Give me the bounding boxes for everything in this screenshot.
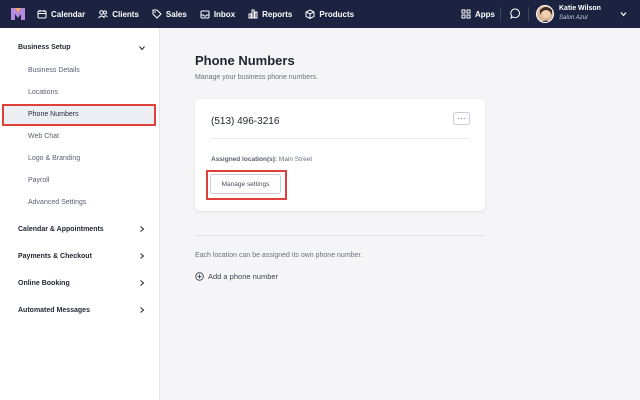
settings-sidebar: Business Setup Business Details Location…: [0, 28, 160, 400]
more-options-button[interactable]: ···: [453, 112, 470, 125]
apps-button[interactable]: Apps: [461, 0, 495, 28]
calendar-icon: [37, 10, 47, 19]
manage-settings-annotation-box: [206, 170, 287, 200]
plus-circle-icon: [195, 272, 204, 281]
user-business: Salon Azul: [559, 15, 588, 21]
grid-icon: [461, 9, 471, 19]
chevron-down-icon[interactable]: [620, 11, 627, 17]
nav-inbox-label: Inbox: [213, 9, 236, 19]
apps-label: Apps: [475, 9, 495, 19]
nav-clients-label: Clients: [112, 9, 139, 19]
sidebar-section-calendar-appointments[interactable]: Calendar & Appointments: [18, 226, 104, 233]
sidebar-section-business-setup[interactable]: Business Setup: [18, 44, 71, 51]
section-divider: [195, 235, 485, 236]
chevron-right-icon[interactable]: [139, 253, 145, 259]
top-nav: Calendar Clients Sales Inbox Reports Pro…: [0, 0, 640, 28]
chevron-down-icon[interactable]: [139, 45, 145, 51]
nav-inbox[interactable]: Inbox: [200, 9, 235, 19]
nav-sales[interactable]: Sales: [152, 9, 187, 19]
add-phone-number-button[interactable]: Add a phone number: [195, 272, 278, 281]
clients-icon: [98, 10, 109, 19]
bar-chart-icon: [248, 9, 258, 19]
chevron-right-icon[interactable]: [139, 280, 145, 286]
page-subtitle: Manage your business phone numbers.: [195, 74, 318, 81]
sidebar-item-locations[interactable]: Locations: [28, 89, 58, 96]
nav-reports-label: Reports: [262, 9, 293, 19]
sidebar-item-web-chat[interactable]: Web Chat: [28, 133, 59, 140]
chevron-right-icon[interactable]: [139, 226, 145, 232]
nav-reports[interactable]: Reports: [248, 9, 292, 19]
sidebar-item-payroll[interactable]: Payroll: [28, 177, 49, 184]
sidebar-item-logo-branding[interactable]: Logo & Branding: [28, 155, 80, 162]
chat-icon[interactable]: [510, 8, 521, 19]
nav-divider: [500, 7, 501, 21]
location-note: Each location can be assigned its own ph…: [195, 252, 363, 259]
add-phone-number-label: Add a phone number: [208, 272, 279, 281]
chevron-right-icon[interactable]: [139, 307, 145, 313]
page-title: Phone Numbers: [195, 53, 295, 68]
box-icon: [305, 9, 315, 19]
nav-products[interactable]: Products: [305, 9, 354, 19]
assigned-locations: Assigned location(s): Main Street: [211, 156, 312, 163]
assigned-locations-label: Assigned location(s):: [211, 156, 278, 163]
nav-sales-label: Sales: [165, 9, 187, 19]
nav-products-label: Products: [319, 9, 355, 19]
avatar[interactable]: [536, 5, 554, 23]
brand-logo-icon[interactable]: [11, 8, 25, 20]
sidebar-item-advanced-settings[interactable]: Advanced Settings: [28, 199, 86, 206]
sidebar-section-automated-messages[interactable]: Automated Messages: [18, 307, 90, 314]
card-divider: [211, 138, 469, 139]
nav-calendar[interactable]: Calendar: [37, 9, 85, 19]
tag-icon: [152, 9, 162, 19]
sidebar-item-business-details[interactable]: Business Details: [28, 67, 80, 74]
sidebar-section-payments-checkout[interactable]: Payments & Checkout: [18, 253, 92, 260]
sidebar-section-online-booking[interactable]: Online Booking: [18, 280, 70, 287]
user-name[interactable]: Katie Wilson: [559, 5, 601, 12]
assigned-locations-value: Main Street: [278, 156, 313, 163]
phone-number-value: (513) 496-3216: [211, 116, 280, 127]
inbox-icon: [200, 10, 210, 19]
nav-clients[interactable]: Clients: [98, 9, 139, 19]
phone-numbers-annotation-box: [2, 104, 156, 126]
nav-divider: [528, 7, 529, 21]
nav-calendar-label: Calendar: [51, 9, 86, 19]
